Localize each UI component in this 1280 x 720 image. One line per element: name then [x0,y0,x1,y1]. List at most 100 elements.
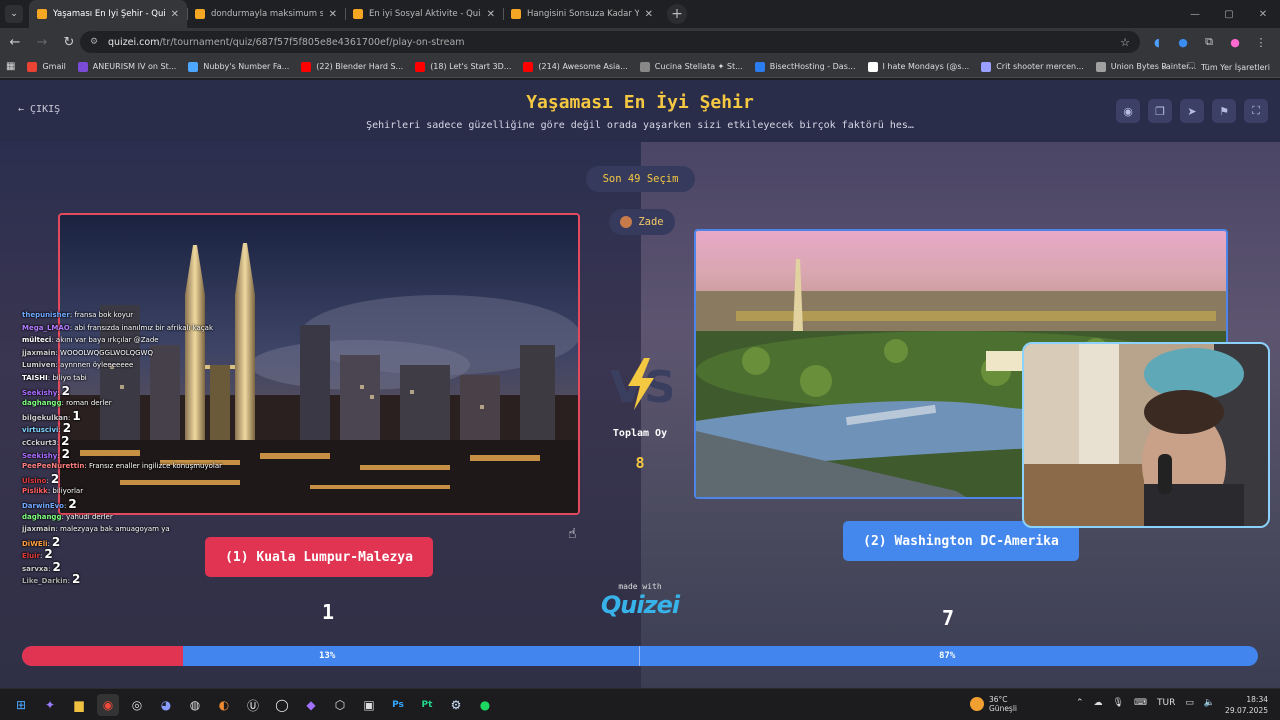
minimize-button[interactable]: — [1178,0,1212,28]
copilot-icon[interactable]: ✦ [39,694,61,716]
mouse-cursor-icon: ☝ [568,526,577,542]
copy-icon[interactable]: ❐ [1148,99,1172,123]
send-icon[interactable]: ➤ [1180,99,1204,123]
extension-icon-2[interactable]: ● [1176,36,1190,49]
browser-tab[interactable]: En iyi Sosyal Aktivite - Quizei ✕ [345,0,503,28]
display-icon[interactable]: ▭ [1185,698,1194,708]
bookmark-item[interactable]: Gmail [21,61,71,72]
address-bar[interactable]: ⚙ quizei.com/tr/tournament/quiz/687f57f5… [80,31,1140,53]
choose-left-button[interactable]: (1) Kuala Lumpur-Malezya [205,537,433,577]
bookmark-favicon-icon [27,61,38,72]
chevron-up-icon[interactable]: ⌃ [1076,698,1084,708]
bookmark-favicon-icon [754,61,765,72]
back-button[interactable]: ← [3,35,27,50]
chat-username: Eluir [22,552,41,561]
bookmark-item[interactable]: Cucina Stellata ✦ St... [634,61,749,72]
close-icon[interactable]: ✕ [171,9,179,20]
chrome-icon[interactable]: ◉ [97,694,119,716]
new-tab-button[interactable]: + [667,4,687,24]
apps-grid-icon[interactable]: ▦ [0,61,21,72]
site-info-icon[interactable]: ⚙ [90,37,102,47]
bookmark-item[interactable]: (214) Awesome Asia... [517,61,633,72]
extension-icon-1[interactable]: ◖ [1150,36,1164,49]
windows-start-icon[interactable]: ⊞ [10,694,32,716]
total-votes-value: 8 [635,454,645,472]
browser-tab[interactable]: Hangisini Sonsuza Kadar Yasakl ✕ [503,0,661,28]
all-bookmarks[interactable]: » 🗀 Tüm Yer İşaretleri [1162,56,1270,78]
blender-icon[interactable]: ◐ [213,694,235,716]
weather-text: Güneşli [989,704,1018,713]
taskbar: ⊞ ✦ ▆ ◉ ◎ ◕ ◍ ◐ Ⓤ ◯ ◆ ⬡ ▣ Ps Pt ⚙ ● 36°C… [0,688,1280,720]
profile-avatar[interactable]: ● [1228,36,1242,49]
photoshop-icon[interactable]: Ps [387,694,409,716]
chevron-right-icon: » [1162,62,1167,72]
bookmark-item[interactable]: I hate Mondays (@s... [862,61,976,72]
cloud-icon[interactable]: ☁ [1094,698,1103,708]
steam-like-icon[interactable]: ◍ [184,694,206,716]
keyboard-icon[interactable]: ⌨ [1134,698,1147,708]
chat-vote: 2 [61,433,70,448]
clock[interactable]: 18:34 29.07.2025 [1225,694,1268,716]
discord-icon[interactable]: ◕ [155,694,177,716]
chat-text: WOOOLWQGGLWOLQGWQ [60,348,153,357]
quizei-logo[interactable]: Quizei [580,591,700,619]
chat-username: Pislikk [22,487,48,496]
steam-icon[interactable]: ⚙ [445,694,467,716]
plus-icon: + [671,6,683,22]
chat-username: Like_Darkin [22,577,68,586]
flag-icon[interactable]: ⚑ [1212,99,1236,123]
chat-username: jjaxmain [22,348,56,357]
chat-text: abi fransızda inanılmız bir afrikalı kaç… [74,323,214,332]
pycharm-icon[interactable]: Pt [416,694,438,716]
visual-studio-icon[interactable]: ◆ [300,694,322,716]
forward-button[interactable]: → [30,35,54,50]
tab-search-button[interactable]: ⌄ [5,5,23,23]
chat-text: biliyo tabi [52,373,87,382]
right-vote-count: 7 [942,606,955,630]
unity-icon[interactable]: ⬡ [329,694,351,716]
file-explorer-icon[interactable]: ▆ [68,694,90,716]
chat-text: Fransız enaller ingilizce konuşmuyolar [88,462,223,471]
chat-vote: 2 [61,383,71,398]
chat-vote: 2 [71,572,81,587]
system-tray: ⌃ ☁ 🎙 ⌨ TUR ▭ 🔈 [1076,698,1215,708]
spotify-icon[interactable]: ● [474,694,496,716]
chat-username: Lumiven [22,361,56,370]
browser-tab[interactable]: Yaşaması En İyi Şehir - Quizei ✕ [29,0,187,28]
all-bookmarks-label: Tüm Yer İşaretleri [1200,62,1270,72]
quiz-page: ← ÇIKIŞ Yaşaması En İyi Şehir Şehirleri … [0,80,1280,688]
speaker-icon[interactable]: 🔈 [1204,698,1215,708]
chat-username: thepunisher [22,311,70,319]
browser-tab[interactable]: dondurmayla maksimum sarası ✕ [187,0,345,28]
bookmark-label: BisectHosting - Das... [769,62,856,71]
eye-icon[interactable]: ◉ [1116,99,1140,123]
bookmark-item[interactable]: (18) Let's Start 3D... [409,61,517,72]
weather-widget[interactable]: 36°C Güneşli [970,695,1017,713]
bookmark-star-icon[interactable]: ☆ [1120,36,1130,49]
close-icon[interactable]: ✕ [645,9,653,20]
mic-icon[interactable]: 🎙 [1113,698,1124,708]
left-progress-fill [22,646,183,666]
made-with-label: made with [618,582,662,591]
bookmark-item[interactable]: BisectHosting - Das... [749,61,862,72]
fullscreen-icon[interactable]: ⛶ [1244,99,1268,123]
bookmark-item[interactable]: ANEURISM IV on St... [72,61,183,72]
obs-icon[interactable]: ◎ [126,694,148,716]
language-indicator[interactable]: TUR [1157,698,1175,708]
bookmark-item[interactable]: Crit shooter mercen... [975,61,1090,72]
reload-button[interactable]: ↻ [57,35,81,50]
unreal-icon[interactable]: Ⓤ [242,694,264,716]
bookmark-item[interactable]: (22) Blender Hard S... [295,61,409,72]
github-icon[interactable]: ◯ [271,694,293,716]
maximize-button[interactable]: ▢ [1212,0,1246,28]
chat-username: Seekishy [22,388,58,397]
quizei-favicon-icon [37,9,47,19]
close-window-button[interactable]: ✕ [1246,0,1280,28]
bookmark-favicon-icon [1095,61,1106,72]
menu-kebab-icon[interactable]: ⋮ [1254,36,1268,49]
close-icon[interactable]: ✕ [329,9,337,20]
bookmark-item[interactable]: Nubby's Number Fa... [182,61,295,72]
puzzle-icon[interactable]: ⧉ [1202,35,1216,49]
aseprite-icon[interactable]: ▣ [358,694,380,716]
close-icon[interactable]: ✕ [487,9,495,20]
